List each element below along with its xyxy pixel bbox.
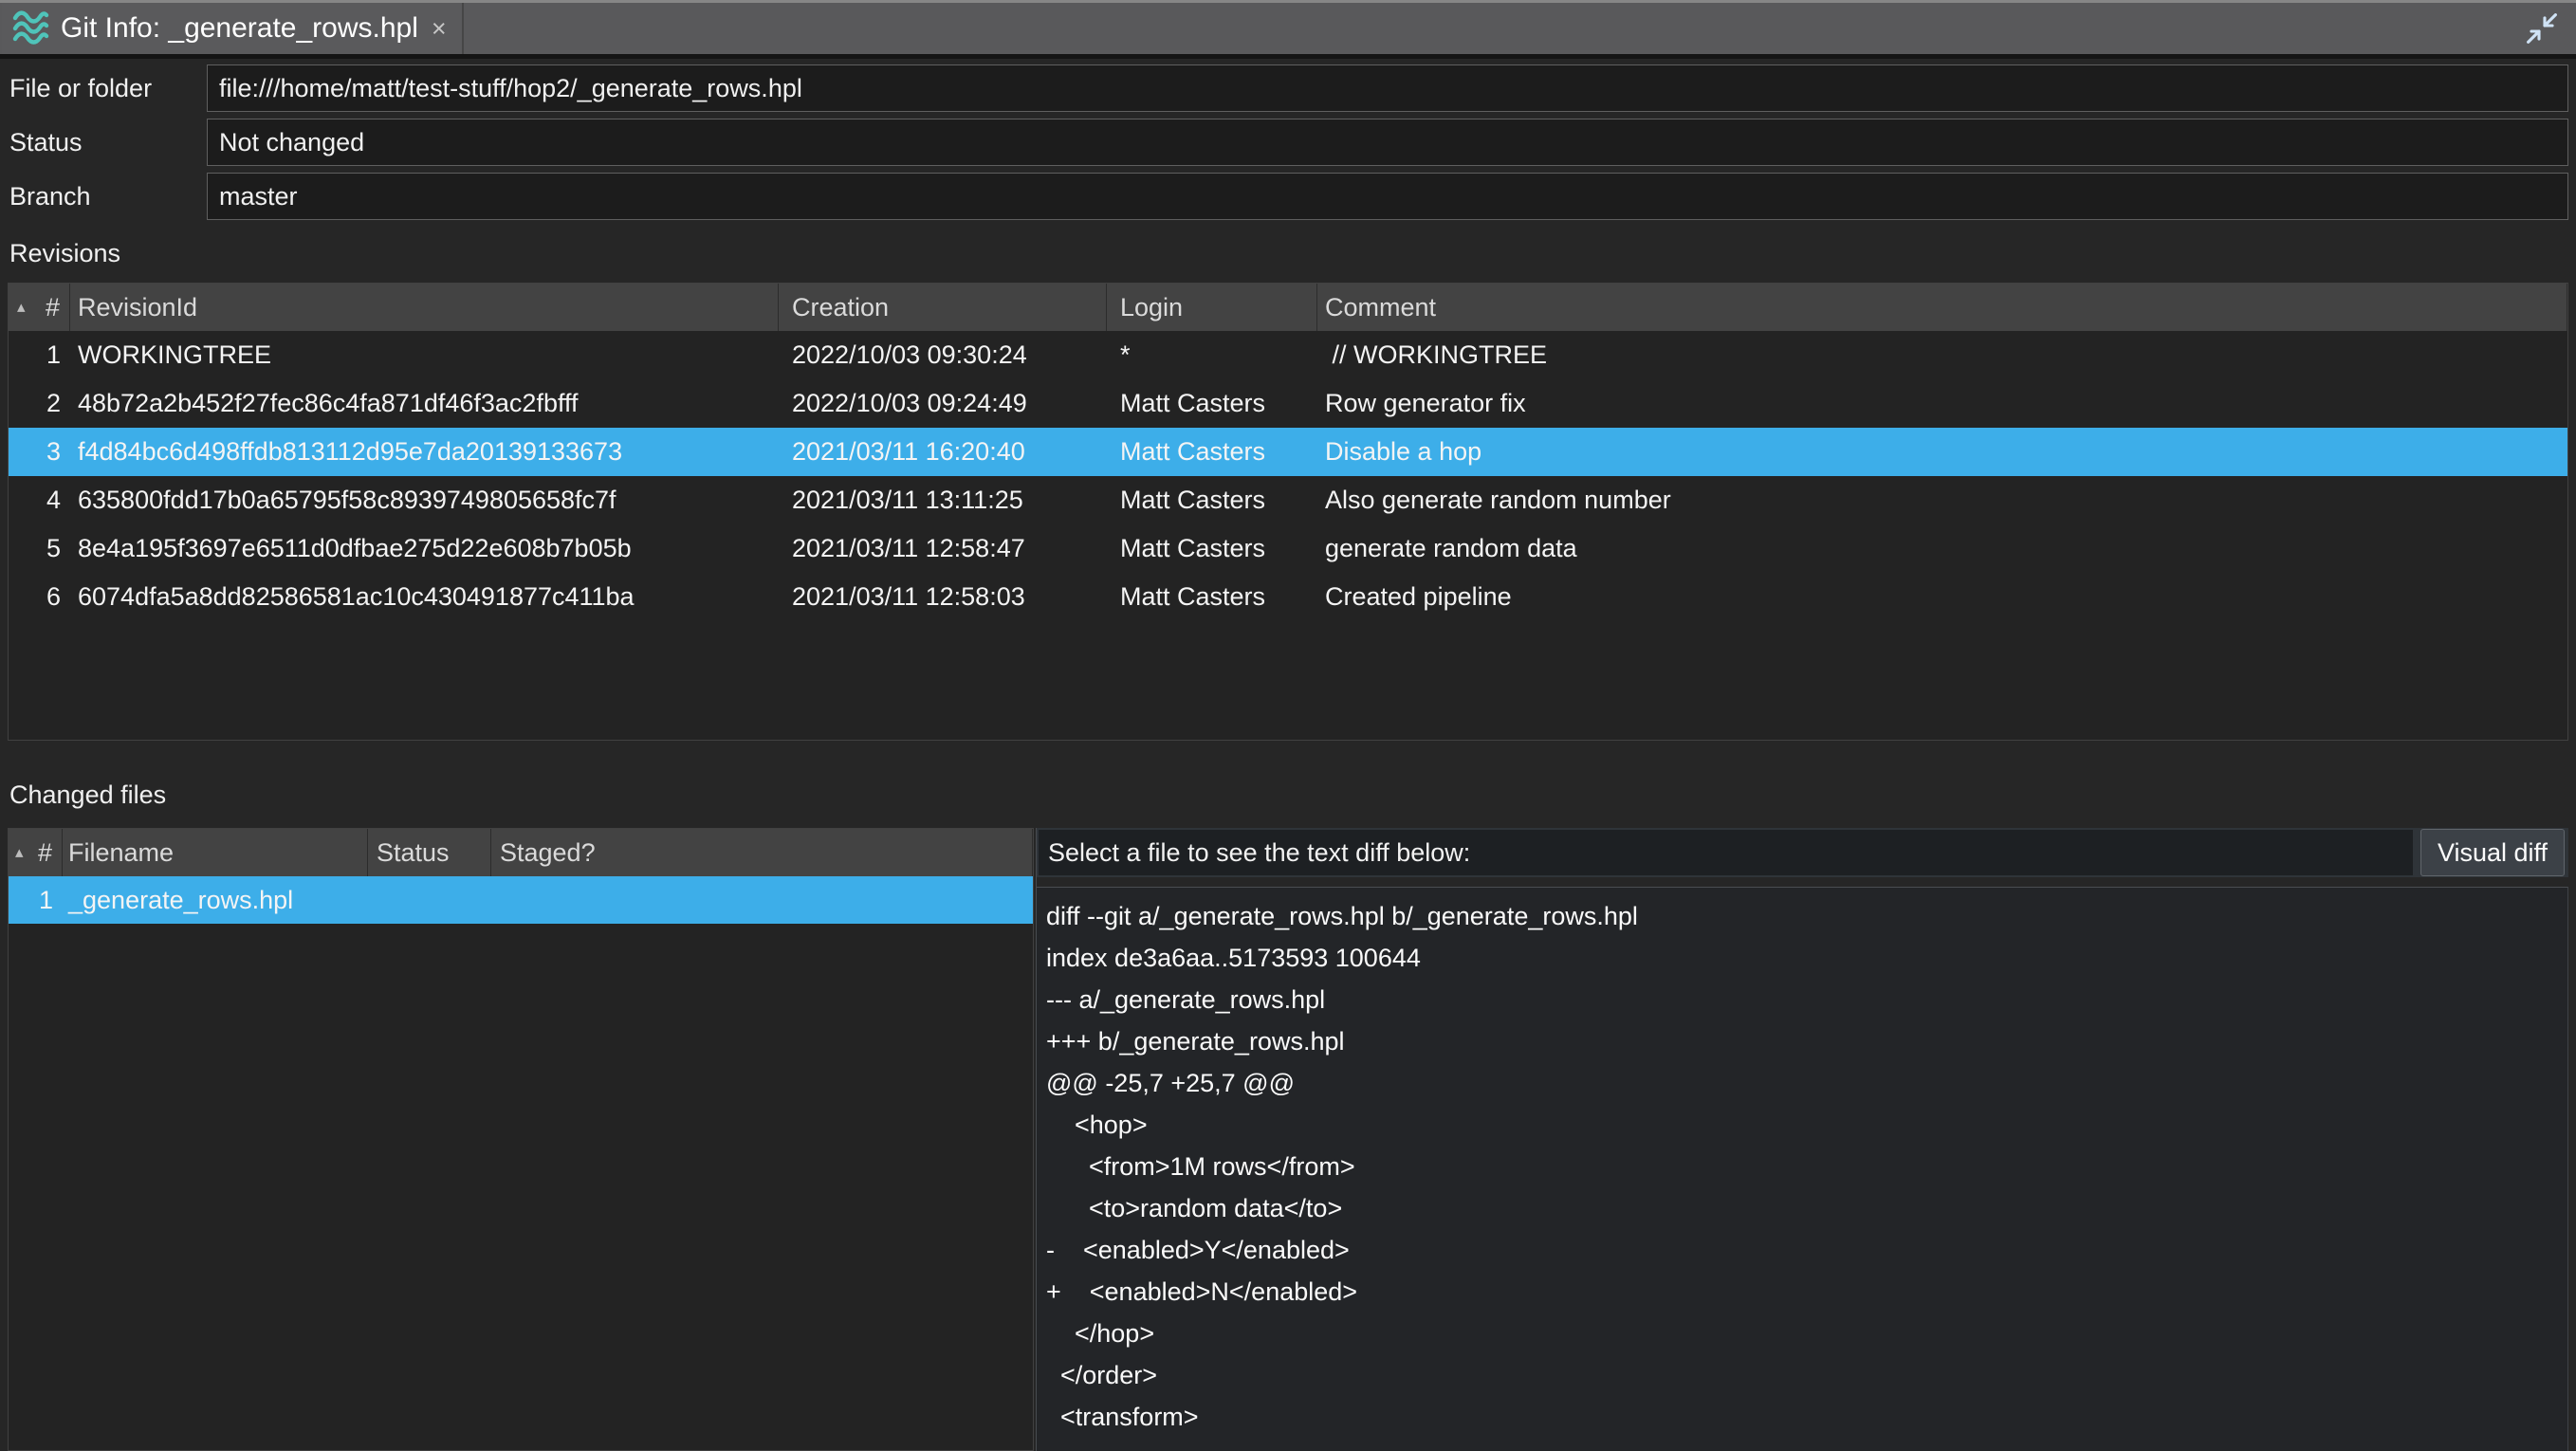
changed-file-row[interactable]: 1 _generate_rows.hpl bbox=[9, 876, 1033, 924]
changed-files-section-label: Changed files bbox=[9, 780, 2568, 810]
column-header-creation[interactable]: Creation bbox=[779, 284, 1107, 331]
close-icon[interactable]: × bbox=[432, 16, 447, 42]
tab-git-info[interactable]: Git Info: _generate_rows.hpl × bbox=[2, 3, 464, 54]
diff-line: - <enabled>Y</enabled> bbox=[1046, 1229, 2567, 1271]
column-header-number[interactable]: ▴ # bbox=[9, 284, 70, 331]
diff-line: <hop> bbox=[1046, 1104, 2567, 1146]
diff-panel-toolbar: Select a file to see the text diff below… bbox=[1037, 828, 2568, 877]
revisions-table: ▴ # RevisionId Creation Login Comment 1 … bbox=[8, 283, 2568, 741]
revision-number: 4 bbox=[9, 476, 70, 524]
form-row: Status bbox=[8, 119, 2568, 166]
revision-row[interactable]: 2 48b72a2b452f27fec86c4fa871df46f3ac2fbf… bbox=[9, 379, 2567, 428]
revision-number: 6 bbox=[9, 573, 70, 621]
revision-row[interactable]: 5 8e4a195f3697e6511d0dfbae275d22e608b7b0… bbox=[9, 524, 2567, 573]
diff-panel: Select a file to see the text diff below… bbox=[1036, 828, 2568, 1451]
changed-files-table-header: ▴ # Filename Status Staged? bbox=[9, 829, 1033, 876]
field-label: Status bbox=[8, 128, 207, 157]
collapse-arrows-icon bbox=[2525, 11, 2559, 46]
diff-line: <transform> bbox=[1046, 1396, 2567, 1438]
diff-line: +++ b/_generate_rows.hpl bbox=[1046, 1020, 2567, 1062]
diff-line: --- a/_generate_rows.hpl bbox=[1046, 979, 2567, 1020]
revision-comment: Disable a hop bbox=[1317, 428, 2567, 476]
revision-login: Matt Casters bbox=[1107, 476, 1317, 524]
revision-creation: 2021/03/11 12:58:03 bbox=[779, 573, 1107, 621]
revision-id: 48b72a2b452f27fec86c4fa871df46f3ac2fbfff bbox=[70, 379, 779, 428]
git-info-panel: File or folder Status Branch Revisions ▴… bbox=[0, 59, 2576, 1451]
revision-comment: Created pipeline bbox=[1317, 573, 2567, 621]
diff-line: <to>random data</to> bbox=[1046, 1187, 2567, 1229]
form-row: File or folder bbox=[8, 64, 2568, 112]
diff-line: index de3a6aa..5173593 100644 bbox=[1046, 937, 2567, 979]
diff-line: + <enabled>N</enabled> bbox=[1046, 1271, 2567, 1313]
revision-creation: 2022/10/03 09:30:24 bbox=[779, 331, 1107, 379]
revision-creation: 2021/03/11 16:20:40 bbox=[779, 428, 1107, 476]
revision-id: 8e4a195f3697e6511d0dfbae275d22e608b7b05b bbox=[70, 524, 779, 573]
revision-id: WORKINGTREE bbox=[70, 331, 779, 379]
revision-row[interactable]: 4 635800fdd17b0a65795f58c8939749805658fc… bbox=[9, 476, 2567, 524]
file-staged bbox=[491, 876, 1033, 924]
field-label: File or folder bbox=[8, 74, 207, 103]
file-status bbox=[368, 876, 491, 924]
changed-files-table-body: 1 _generate_rows.hpl bbox=[9, 876, 1033, 924]
revisions-section-label: Revisions bbox=[9, 238, 2568, 268]
visual-diff-button[interactable]: Visual diff bbox=[2420, 829, 2565, 876]
tab-bar: Git Info: _generate_rows.hpl × bbox=[0, 0, 2576, 59]
revision-comment: // WORKINGTREE bbox=[1317, 331, 2567, 379]
revision-login: Matt Casters bbox=[1107, 573, 1317, 621]
revision-comment: generate random data bbox=[1317, 524, 2567, 573]
revision-comment: Row generator fix bbox=[1317, 379, 2567, 428]
diff-line: <from>1M rows</from> bbox=[1046, 1146, 2567, 1187]
column-header-label: # bbox=[38, 838, 52, 868]
revision-login: Matt Casters bbox=[1107, 524, 1317, 573]
revision-row[interactable]: 3 f4d84bc6d498ffdb813112d95e7da201391336… bbox=[9, 428, 2567, 476]
sort-ascending-icon: ▴ bbox=[15, 843, 24, 862]
revisions-table-body: 1 WORKINGTREE 2022/10/03 09:30:24 * // W… bbox=[9, 331, 2567, 621]
revision-number: 1 bbox=[9, 331, 70, 379]
revision-number: 2 bbox=[9, 379, 70, 428]
field-input[interactable] bbox=[207, 64, 2568, 112]
column-header-status[interactable]: Status bbox=[368, 829, 491, 876]
revision-number: 3 bbox=[9, 428, 70, 476]
sort-ascending-icon: ▴ bbox=[17, 298, 26, 317]
revision-login: Matt Casters bbox=[1107, 379, 1317, 428]
revision-row[interactable]: 6 6074dfa5a8dd82586581ac10c430491877c411… bbox=[9, 573, 2567, 621]
revision-creation: 2022/10/03 09:24:49 bbox=[779, 379, 1107, 428]
field-input[interactable] bbox=[207, 173, 2568, 220]
column-header-label: # bbox=[46, 293, 60, 322]
revision-id: 635800fdd17b0a65795f58c8939749805658fc7f bbox=[70, 476, 779, 524]
revision-id: 6074dfa5a8dd82586581ac10c430491877c411ba bbox=[70, 573, 779, 621]
field-label: Branch bbox=[8, 182, 207, 211]
file-number: 1 bbox=[9, 876, 63, 924]
revision-comment: Also generate random number bbox=[1317, 476, 2567, 524]
revision-creation: 2021/03/11 12:58:47 bbox=[779, 524, 1107, 573]
revision-row[interactable]: 1 WORKINGTREE 2022/10/03 09:30:24 * // W… bbox=[9, 331, 2567, 379]
column-header-filename[interactable]: Filename bbox=[63, 829, 368, 876]
field-input[interactable] bbox=[207, 119, 2568, 166]
column-header-revisionid[interactable]: RevisionId bbox=[70, 284, 779, 331]
diff-line: @@ -25,7 +25,7 @@ bbox=[1046, 1062, 2567, 1104]
revision-id: f4d84bc6d498ffdb813112d95e7da20139133673 bbox=[70, 428, 779, 476]
revision-login: * bbox=[1107, 331, 1317, 379]
form-fields: File or folder Status Branch bbox=[8, 64, 2568, 227]
changed-files-table: ▴ # Filename Status Staged? 1 _generate_… bbox=[8, 828, 1034, 1451]
revisions-table-header: ▴ # RevisionId Creation Login Comment bbox=[9, 284, 2567, 331]
diff-text-area[interactable]: diff --git a/_generate_rows.hpl b/_gener… bbox=[1037, 887, 2568, 1451]
tab-title: Git Info: _generate_rows.hpl bbox=[61, 12, 418, 45]
revision-number: 5 bbox=[9, 524, 70, 573]
column-header-staged[interactable]: Staged? bbox=[491, 829, 1033, 876]
form-row: Branch bbox=[8, 173, 2568, 220]
git-info-waves-icon bbox=[11, 9, 49, 47]
column-header-comment[interactable]: Comment bbox=[1317, 284, 2567, 331]
diff-line: </order> bbox=[1046, 1354, 2567, 1396]
diff-line: </hop> bbox=[1046, 1313, 2567, 1354]
diff-line: diff --git a/_generate_rows.hpl b/_gener… bbox=[1046, 895, 2567, 937]
file-name: _generate_rows.hpl bbox=[63, 876, 368, 924]
collapse-panel-button[interactable] bbox=[2525, 11, 2559, 46]
diff-prompt-label: Select a file to see the text diff below… bbox=[1039, 830, 2413, 875]
column-header-number[interactable]: ▴ # bbox=[9, 829, 63, 876]
column-header-login[interactable]: Login bbox=[1107, 284, 1317, 331]
bottom-split: ▴ # Filename Status Staged? 1 _generate_… bbox=[8, 828, 2568, 1451]
revision-login: Matt Casters bbox=[1107, 428, 1317, 476]
revision-creation: 2021/03/11 13:11:25 bbox=[779, 476, 1107, 524]
